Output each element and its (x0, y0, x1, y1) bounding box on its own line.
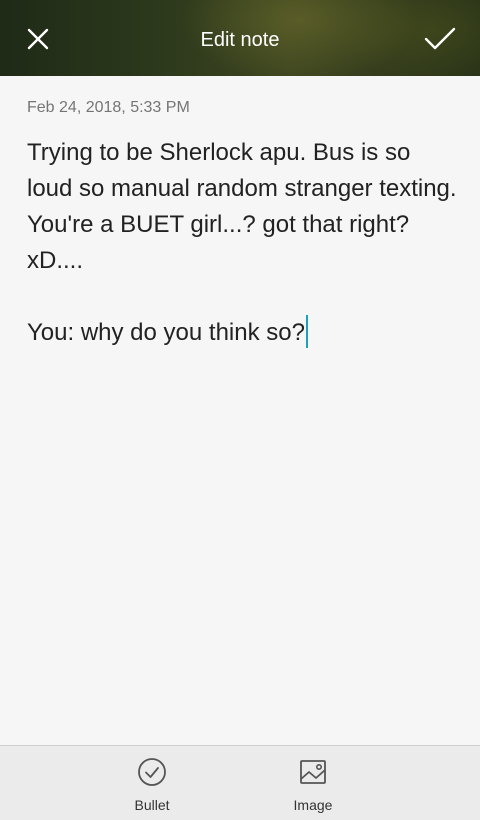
note-body-text[interactable]: Trying to be Sherlock apu. Bus is so lou… (27, 139, 469, 346)
note-timestamp: Feb 24, 2018, 5:33 PM (27, 99, 190, 116)
bullet-label: Bullet (134, 797, 170, 813)
note-content-area[interactable]: Feb 24, 2018, 5:33 PM Trying to be Sherl… (0, 76, 480, 745)
image-label: Image (293, 797, 333, 813)
page-title: Edit note (200, 29, 280, 51)
save-button[interactable] (416, 17, 464, 61)
image-icon (297, 756, 329, 788)
image-button[interactable]: Image (253, 746, 373, 820)
checkmark-icon (424, 27, 456, 50)
text-cursor (305, 315, 308, 348)
close-button[interactable] (16, 17, 60, 61)
bottom-toolbar: Bullet Image (0, 745, 480, 820)
check-circle-icon (136, 756, 168, 788)
close-icon (27, 28, 49, 50)
header-bar: Edit note (0, 0, 480, 76)
note-editor: Edit note Feb 24, 2018, 5:33 PM Trying t… (0, 0, 480, 820)
bullet-button[interactable]: Bullet (92, 746, 212, 820)
note-text-editor[interactable]: Trying to be Sherlock apu. Bus is so lou… (27, 135, 457, 351)
